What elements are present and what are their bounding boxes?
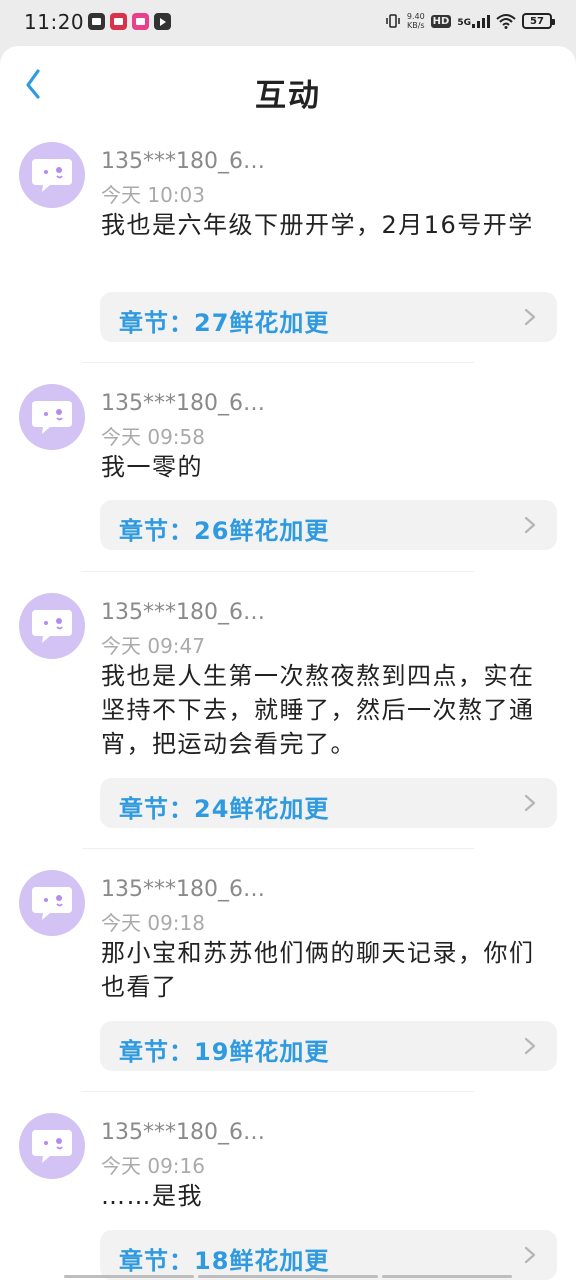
status-time: 11:20 [24, 10, 85, 34]
message-app-icon [88, 13, 105, 30]
play-app-icon [154, 13, 171, 30]
chevron-right-icon [524, 1037, 536, 1055]
notification-icons [88, 13, 171, 30]
avatar[interactable] [19, 593, 85, 659]
network-speed-unit: KB/s [406, 21, 425, 30]
avatar[interactable] [19, 142, 85, 208]
comment-text: 我也是人生第一次熬夜熬到四点，实在坚持不下去，就睡了，然后一次熬了通宵，把运动会… [101, 662, 535, 758]
chapter-link[interactable]: 章节：24鲜花加更 [100, 778, 557, 828]
avatar[interactable] [19, 870, 85, 936]
chapter-link[interactable]: 章节：27鲜花加更 [100, 292, 557, 342]
comment-text: ……是我 [101, 1182, 203, 1210]
chapter-label: 章节：24鲜花加更 [119, 795, 330, 823]
divider [82, 362, 474, 363]
comment-text: 我一零的 [101, 453, 203, 481]
video-app-icon [132, 13, 149, 30]
network-type: 5G [457, 18, 471, 28]
chat-bubble-icon [32, 1130, 72, 1163]
hd-badge: HD [430, 14, 452, 28]
chat-bubble-icon [32, 610, 72, 643]
vibrate-icon [386, 14, 400, 28]
network-speed: 9.40 KB/s [407, 12, 425, 30]
comment-username: 135***180_6… [101, 877, 265, 902]
nav-indicator [382, 1275, 512, 1278]
network-speed-value: 9.40 [406, 12, 425, 21]
battery-icon: 57 [522, 13, 555, 29]
chapter-label: 章节：27鲜花加更 [119, 309, 330, 337]
comment-time: 今天 09:47 [101, 634, 205, 658]
comment-text: 那小宝和苏苏他们俩的聊天记录，你们也看了 [101, 939, 535, 1001]
comment-list[interactable]: 135***180_6… 今天 10:03 我也是六年级下册开学，2月16号开学… [0, 120, 576, 1280]
divider [82, 571, 474, 572]
chapter-label: 章节：26鲜花加更 [119, 517, 330, 545]
status-right: 9.40 KB/s HD 5G 57 [385, 12, 555, 30]
app-header: 互动 [0, 46, 576, 120]
comment-time: 今天 09:16 [101, 1154, 205, 1178]
chapter-link[interactable]: 章节：19鲜花加更 [100, 1021, 557, 1071]
avatar[interactable] [19, 384, 85, 450]
chevron-right-icon [524, 516, 536, 534]
chat-bubble-icon [32, 887, 72, 920]
chapter-link[interactable]: 章节：18鲜花加更 [100, 1230, 557, 1280]
chapter-link[interactable]: 章节：26鲜花加更 [100, 500, 557, 550]
cell-signal: 5G [457, 14, 490, 28]
wifi-icon [496, 14, 516, 29]
comment-username: 135***180_6… [101, 391, 265, 416]
news-app-icon [110, 13, 127, 30]
avatar[interactable] [19, 1113, 85, 1179]
comment-username: 135***180_6… [101, 1120, 265, 1145]
chevron-right-icon [524, 794, 536, 812]
divider [82, 848, 474, 849]
nav-indicator [198, 1275, 378, 1278]
nav-indicator [64, 1275, 194, 1278]
divider [82, 1091, 474, 1092]
comment-time: 今天 09:58 [101, 425, 205, 449]
chapter-label: 章节：19鲜花加更 [119, 1038, 330, 1066]
chevron-right-icon [524, 308, 536, 326]
comment-username: 135***180_6… [101, 149, 265, 174]
chat-bubble-icon [32, 159, 72, 192]
status-bar: 11:20 9.40 KB/s HD 5G 57 [0, 0, 576, 46]
comment-time: 今天 09:18 [101, 911, 205, 935]
signal-bars-icon [472, 14, 490, 28]
battery-level: 57 [530, 15, 544, 27]
page-title: 互动 [255, 78, 321, 114]
comment-text: 我也是六年级下册开学，2月16号开学 [101, 211, 534, 239]
chapter-label: 章节：18鲜花加更 [119, 1247, 330, 1275]
comment-username: 135***180_6… [101, 600, 265, 625]
comment-time: 今天 10:03 [101, 183, 205, 207]
chevron-right-icon [524, 1246, 536, 1264]
chat-bubble-icon [32, 401, 72, 434]
